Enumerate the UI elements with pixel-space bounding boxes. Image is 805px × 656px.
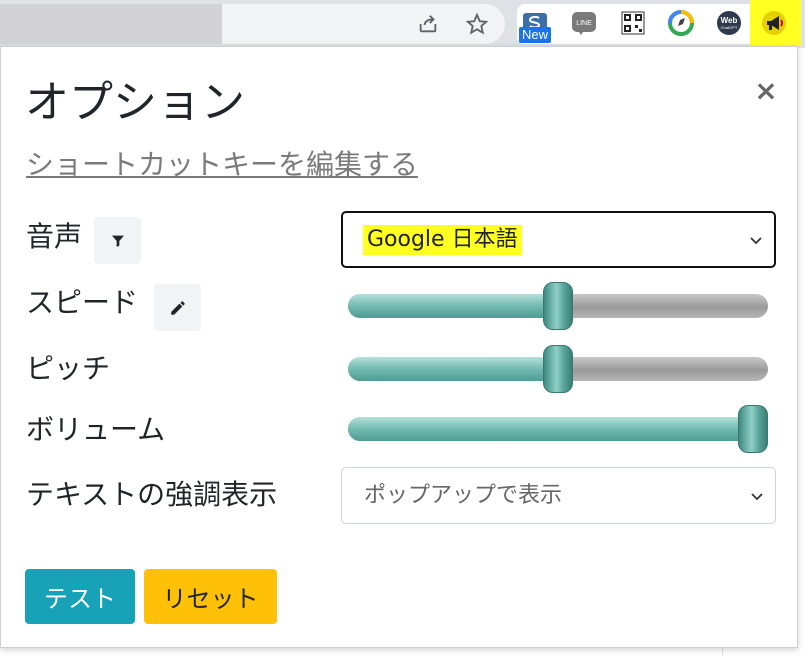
voice-select[interactable]: Google 日本語 xyxy=(341,211,776,268)
text-highlight-select[interactable]: ポップアップで表示 xyxy=(341,467,776,524)
web-chatgpt-extension-icon[interactable]: Web ChatGPT xyxy=(716,10,742,36)
volume-label: ボリューム xyxy=(26,413,166,446)
line-extension-icon[interactable]: LINE xyxy=(571,10,597,36)
voice-filter-button[interactable] xyxy=(94,217,141,264)
chevron-down-icon xyxy=(751,492,763,500)
pitch-slider-fill xyxy=(348,357,558,381)
line-extension-label: LINE xyxy=(576,20,592,27)
speed-slider[interactable] xyxy=(348,282,768,330)
pitch-label: ピッチ xyxy=(26,352,111,385)
speed-slider-fill xyxy=(348,294,558,318)
speed-edit-button[interactable] xyxy=(154,284,201,331)
address-bar-url-redacted xyxy=(0,4,222,44)
text-highlight-label: テキストの強調表示 xyxy=(26,478,278,511)
qr-code-extension-icon[interactable] xyxy=(620,10,646,36)
web-chatgpt-extension-sublabel: ChatGPT xyxy=(721,25,738,30)
test-button[interactable]: テスト xyxy=(25,569,135,624)
reset-button[interactable]: リセット xyxy=(144,569,277,624)
voice-label: 音声 xyxy=(26,220,83,253)
volume-slider-fill xyxy=(348,417,753,441)
web-chatgpt-extension-label: Web xyxy=(721,16,738,25)
megaphone-extension-icon[interactable] xyxy=(761,10,787,36)
volume-slider-thumb[interactable] xyxy=(738,405,768,453)
bookmark-star-icon[interactable] xyxy=(463,10,491,38)
edit-shortcut-keys-link[interactable]: ショートカットキーを編集する xyxy=(26,145,418,185)
chevron-down-icon xyxy=(750,236,762,244)
volume-slider[interactable] xyxy=(348,405,768,453)
voice-select-value: Google 日本語 xyxy=(363,224,522,255)
speed-label: スピード xyxy=(26,286,139,319)
close-icon[interactable]: × xyxy=(753,74,779,107)
filter-icon xyxy=(111,235,124,247)
browser-toolbar: New LINE Web ChatGPT xyxy=(0,0,805,48)
options-popup: オプション × ショートカットキーを編集する 音声 Google 日本語 スピー… xyxy=(0,46,798,648)
pitch-slider-thumb[interactable] xyxy=(543,345,573,393)
pitch-slider[interactable] xyxy=(348,345,768,393)
speed-slider-thumb[interactable] xyxy=(543,282,573,330)
text-highlight-select-value: ポップアップで表示 xyxy=(364,482,563,508)
compass-extension-icon[interactable] xyxy=(668,10,694,36)
new-badge: New xyxy=(519,27,552,43)
share-icon[interactable] xyxy=(414,10,442,38)
pencil-icon xyxy=(170,300,185,315)
popup-title: オプション xyxy=(25,77,245,128)
